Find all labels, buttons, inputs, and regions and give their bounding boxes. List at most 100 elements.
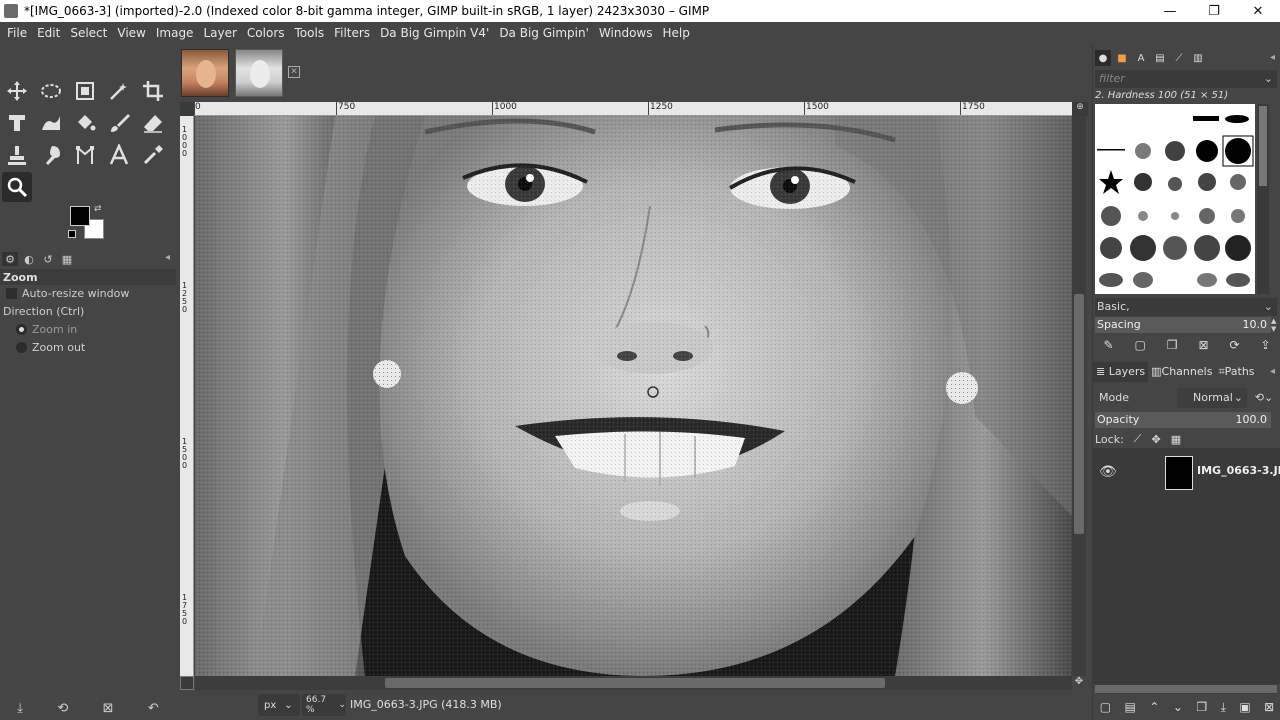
duplicate-layer-icon[interactable]: ❐	[1196, 700, 1207, 714]
menu-layer[interactable]: Layer	[198, 26, 241, 40]
horizontal-scrollbar[interactable]	[195, 676, 1072, 690]
image-canvas[interactable]	[195, 116, 1072, 676]
lock-pixels-icon[interactable]: ⟋	[1134, 432, 1142, 446]
lock-alpha-icon[interactable]: ▦	[1171, 433, 1181, 446]
vertical-ruler[interactable]: 1000 1250 1500 1750	[180, 116, 194, 676]
ruler-corner[interactable]	[180, 102, 194, 116]
opacity-slider[interactable]: Opacity 100.0	[1095, 412, 1271, 428]
paths-icon[interactable]	[70, 140, 100, 170]
scrollbar-thumb[interactable]	[1095, 685, 1277, 693]
menu-filters[interactable]: Filters	[329, 26, 375, 40]
mode-select[interactable]: Normal ⌄	[1177, 388, 1247, 408]
lower-layer-icon[interactable]: ⌄	[1173, 700, 1183, 714]
menu-tools[interactable]: Tools	[290, 26, 330, 40]
spacing-slider[interactable]: Spacing 10.0	[1095, 317, 1271, 333]
images-tab-icon[interactable]: ▦	[59, 252, 75, 266]
navigate-icon[interactable]: ✥	[1072, 676, 1086, 690]
default-colors-icon[interactable]	[68, 230, 76, 238]
scrollbar-thumb[interactable]	[1259, 106, 1267, 186]
menu-windows[interactable]: Windows	[594, 26, 658, 40]
image-tab-color[interactable]	[181, 49, 229, 97]
document-history-tab-icon[interactable]: ▤	[1152, 50, 1168, 66]
fuzzy-select-icon[interactable]	[104, 76, 134, 106]
crop-icon[interactable]	[138, 76, 168, 106]
ellipse-select-icon[interactable]	[36, 76, 66, 106]
dock-menu-icon[interactable]: ◂	[1270, 366, 1275, 377]
bucket-fill-icon[interactable]	[70, 108, 100, 138]
eye-icon[interactable]: 👁	[1099, 464, 1117, 480]
layer-row[interactable]: 👁 IMG_0663-3.JP	[1093, 452, 1280, 492]
minimize-button[interactable]: —	[1148, 0, 1192, 22]
delete-layer-icon[interactable]: ⊠	[1264, 700, 1274, 714]
brush-grid[interactable]	[1095, 104, 1255, 294]
brush-preset-select[interactable]: Basic, ⌄	[1095, 298, 1277, 316]
unified-transform-icon[interactable]	[2, 108, 32, 138]
unit-select[interactable]: px ⌄	[258, 694, 300, 716]
menu-da-big-gimpin[interactable]: Da Big Gimpin'	[494, 26, 594, 40]
brush-filter-input[interactable]: filter ⌄	[1095, 70, 1277, 88]
close-tab-icon[interactable]: ✕	[288, 66, 300, 78]
patterns-tab-icon[interactable]: ■	[1114, 50, 1130, 66]
tool-options-tab-icon[interactable]: ⚙	[2, 252, 18, 266]
menu-edit[interactable]: Edit	[32, 26, 65, 40]
paintbrush-icon[interactable]	[104, 108, 134, 138]
move-tool-icon[interactable]	[2, 76, 32, 106]
menu-colors[interactable]: Colors	[242, 26, 290, 40]
layer-scrollbar[interactable]	[1095, 684, 1277, 694]
undo-history-tab-icon[interactable]: ↺	[40, 252, 56, 266]
new-layer-icon[interactable]: ▢	[1100, 700, 1111, 714]
zoom-icon[interactable]	[2, 172, 32, 202]
restore-options-icon[interactable]: ⟲	[57, 701, 68, 716]
new-brush-icon[interactable]: ▢	[1134, 338, 1145, 352]
menu-file[interactable]: File	[2, 26, 32, 40]
vertical-scrollbar[interactable]	[1072, 116, 1086, 676]
brush-scrollbar[interactable]	[1257, 104, 1269, 294]
merge-layer-icon[interactable]: ⤓	[1221, 700, 1226, 715]
reset-options-icon[interactable]: ↶	[148, 701, 159, 716]
brushes-tab-icon[interactable]: ●	[1095, 50, 1111, 66]
duplicate-brush-icon[interactable]: ❐	[1167, 338, 1178, 352]
foreground-color[interactable]	[70, 206, 90, 226]
color-picker-icon[interactable]	[138, 140, 168, 170]
menu-view[interactable]: View	[112, 26, 150, 40]
warp-icon[interactable]	[36, 108, 66, 138]
menu-da-big-gimpin-v4[interactable]: Da Big Gimpin V4'	[375, 26, 494, 40]
fonts-tab-icon[interactable]: A	[1133, 50, 1149, 66]
tab-paths[interactable]: ⌗Paths	[1215, 362, 1257, 382]
close-window-button[interactable]: ✕	[1236, 0, 1280, 22]
tab-channels[interactable]: ▥Channels	[1148, 362, 1215, 382]
edit-brush-icon[interactable]: ✎	[1103, 338, 1113, 352]
quick-mask-toggle[interactable]	[180, 676, 194, 690]
raise-layer-icon[interactable]: ⌃	[1149, 700, 1159, 714]
zoom-in-option[interactable]: Zoom in	[16, 323, 77, 336]
auto-resize-checkbox[interactable]	[6, 288, 17, 299]
add-mask-icon[interactable]: ▣	[1239, 700, 1250, 714]
color-swatches[interactable]: ⇄	[68, 204, 108, 244]
device-status-tab-icon[interactable]: ◐	[21, 252, 37, 266]
eraser-icon[interactable]	[138, 108, 168, 138]
tab-layers[interactable]: ≣ Layers	[1093, 362, 1149, 382]
swap-colors-icon[interactable]: ⇄	[94, 204, 102, 214]
scrollbar-thumb[interactable]	[385, 678, 885, 688]
menu-help[interactable]: Help	[657, 26, 694, 40]
clone-icon[interactable]	[2, 140, 32, 170]
zoom-out-radio[interactable]	[16, 342, 27, 353]
open-brush-as-image-icon[interactable]: ⇪	[1260, 338, 1270, 352]
gradients-tab-icon[interactable]: ▥	[1190, 50, 1206, 66]
zoom-in-radio[interactable]	[16, 324, 27, 335]
crop-to-content-icon[interactable]	[70, 76, 100, 106]
horizontal-ruler[interactable]: 0 750 1000 1250 1500 1750	[194, 102, 1072, 116]
dock-menu-icon[interactable]: ◂	[165, 252, 170, 263]
restore-button[interactable]: ❐	[1192, 0, 1236, 22]
zoom-out-option[interactable]: Zoom out	[16, 341, 85, 354]
dock-menu-icon[interactable]: ◂	[1270, 52, 1275, 63]
menu-select[interactable]: Select	[65, 26, 112, 40]
delete-brush-icon[interactable]: ⊠	[1198, 338, 1208, 352]
composite-mode-icon[interactable]: ⟲⌄	[1249, 388, 1279, 408]
zoom-image-icon[interactable]: ⊕	[1072, 102, 1088, 116]
scrollbar-thumb[interactable]	[1074, 294, 1084, 534]
image-tab-grayscale[interactable]	[235, 49, 283, 97]
refresh-brushes-icon[interactable]: ⟳	[1229, 338, 1239, 352]
zoom-select[interactable]: 66.7 % ⌄	[302, 694, 346, 716]
delete-options-icon[interactable]: ⊠	[103, 701, 114, 716]
